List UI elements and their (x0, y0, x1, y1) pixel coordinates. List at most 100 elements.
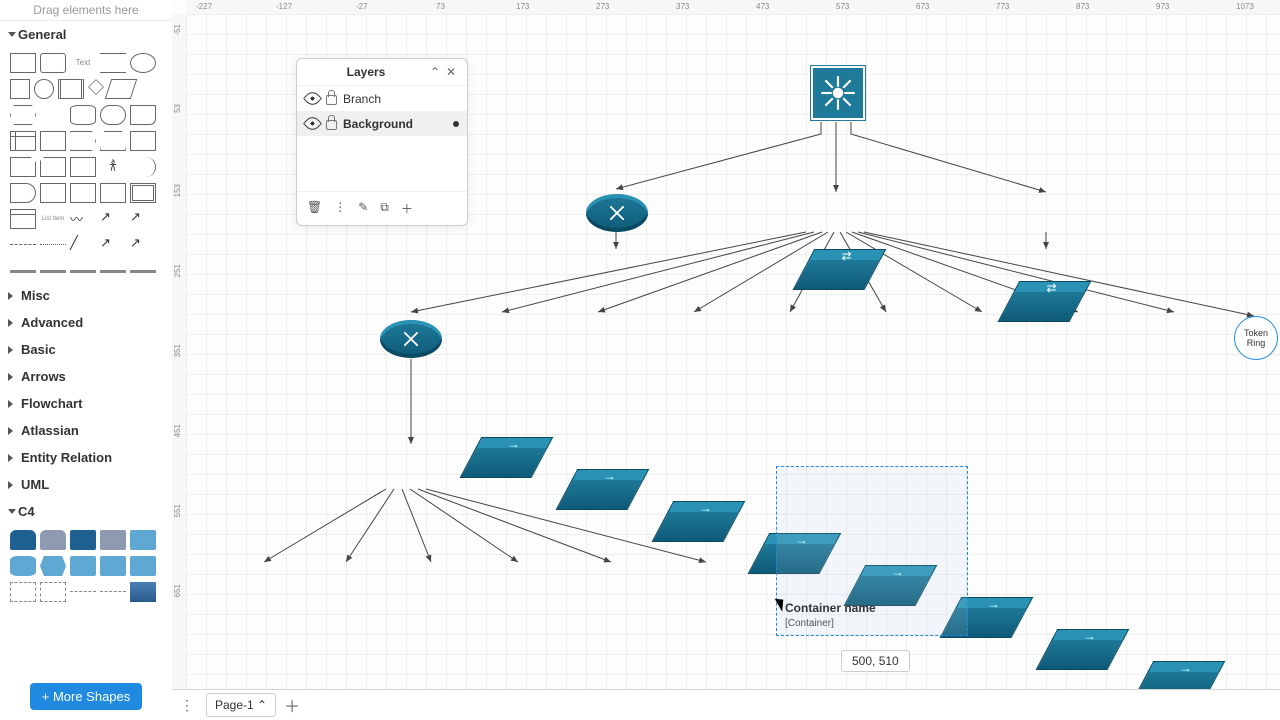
shape-trapezoid[interactable] (100, 131, 126, 151)
close-icon[interactable]: ✕ (443, 65, 459, 79)
node-switch-t3-3[interactable]: → (651, 510, 740, 542)
shape-frame[interactable] (130, 183, 156, 203)
shape-callout[interactable] (70, 157, 96, 177)
c4-legend[interactable] (130, 582, 156, 602)
more-icon[interactable]: ⋮ (334, 200, 346, 217)
page-tab-1[interactable]: Page-1 ⌃ (206, 693, 276, 717)
c4-container[interactable] (130, 530, 156, 550)
shape-line1[interactable]: ╱ (70, 235, 96, 255)
shape-diamond[interactable] (88, 79, 104, 95)
shape-card[interactable] (40, 157, 66, 177)
shape-step[interactable] (70, 131, 96, 151)
c4-comp2[interactable] (100, 556, 126, 576)
shape-container[interactable] (100, 183, 126, 203)
c4-db[interactable] (10, 556, 36, 576)
eye-icon[interactable] (303, 114, 322, 133)
node-token-ring[interactable]: TokenRing (1234, 316, 1278, 360)
node-switch-t3-1[interactable]: → (459, 446, 548, 478)
shape-cylinder[interactable] (70, 105, 96, 125)
category-atlassian[interactable]: Atlassian (0, 417, 172, 444)
c4-rel1[interactable] (70, 582, 96, 592)
layer-row-background[interactable]: Background (297, 111, 467, 136)
shape-roundrect[interactable] (40, 53, 66, 73)
c4-rel2[interactable] (100, 582, 126, 592)
shape-list[interactable] (10, 209, 36, 229)
category-general[interactable]: General (0, 21, 172, 48)
c4-boundary1[interactable] (10, 582, 36, 602)
shape-tape[interactable] (130, 131, 156, 151)
shape-process[interactable] (58, 79, 84, 99)
category-misc[interactable]: Misc (0, 282, 172, 309)
copy-icon[interactable]: ⧉ (380, 200, 389, 217)
category-c4[interactable]: C4 (0, 498, 172, 525)
lock-icon[interactable] (326, 120, 337, 130)
c4-system[interactable] (70, 530, 96, 550)
category-entity-relation[interactable]: Entity Relation (0, 444, 172, 471)
shape-cube[interactable] (40, 131, 66, 151)
node-switch-t2-2[interactable]: ⇄ (792, 258, 881, 290)
shape-link5[interactable] (130, 270, 156, 273)
c4-comp3[interactable] (130, 556, 156, 576)
c4-person-ext[interactable] (40, 530, 66, 550)
node-core-hub[interactable] (811, 66, 865, 120)
shape-rect[interactable] (10, 53, 36, 73)
shape-parallelogram[interactable] (105, 79, 137, 99)
c4-system-ext[interactable] (100, 530, 126, 550)
diagram-canvas[interactable]: ⇄ ⇄ → → → → → → → → TokenRing ⇄ → → → Co… (186, 14, 1280, 690)
node-switch-t3-7[interactable]: → (1035, 638, 1124, 670)
shape-bidir-arrow[interactable]: ↗ (100, 209, 126, 229)
more-shapes-button[interactable]: + More Shapes (30, 683, 143, 710)
eye-icon[interactable] (303, 89, 322, 108)
drop-preview-container[interactable]: Container name [Container] (776, 466, 968, 636)
shape-hexagon[interactable] (10, 105, 36, 125)
collapse-icon[interactable]: ⌃ (427, 65, 443, 79)
shape-listitem[interactable]: List Item (40, 209, 66, 229)
shape-circle[interactable] (34, 79, 54, 99)
shape-datastore[interactable] (70, 183, 96, 203)
shape-curved-conn[interactable]: 〰 (70, 209, 96, 229)
shape-text[interactable]: Text (70, 53, 96, 73)
shape-cloud[interactable] (100, 105, 126, 125)
lock-icon[interactable] (326, 95, 337, 105)
c4-person[interactable] (10, 530, 36, 550)
shape-ellipse[interactable] (130, 53, 156, 73)
node-switch-t3-2[interactable]: → (555, 478, 644, 510)
shape-actor[interactable]: 𐀪 (100, 157, 126, 177)
shape-arrow[interactable]: ↗ (130, 209, 156, 229)
shape-dotted[interactable] (40, 235, 66, 245)
shape-curve[interactable] (130, 157, 156, 177)
shape-link3[interactable] (70, 270, 96, 273)
shape-and[interactable] (40, 183, 66, 203)
shape-document[interactable] (130, 105, 156, 125)
shape-textbox[interactable] (100, 53, 126, 73)
category-uml[interactable]: UML (0, 471, 172, 498)
shape-dashed[interactable] (10, 235, 36, 245)
shape-or[interactable] (10, 183, 36, 203)
c4-hex[interactable] (40, 556, 66, 576)
trash-icon[interactable]: 🗑 (307, 200, 322, 217)
layers-panel[interactable]: Layers ⌃ ✕ Branch Background 🗑 ⋮ ✎ ⧉ (296, 58, 468, 226)
edit-icon[interactable]: ✎ (358, 200, 368, 217)
page-menu-icon[interactable]: ⋮ (180, 697, 194, 714)
shape-link[interactable] (10, 270, 36, 273)
node-switch-t3-8[interactable]: → (1131, 670, 1220, 690)
shape-link4[interactable] (100, 270, 126, 273)
node-router-t3-0[interactable] (380, 320, 442, 358)
shape-line3[interactable]: ↗ (130, 235, 156, 255)
layer-row-branch[interactable]: Branch (297, 86, 467, 111)
category-flowchart[interactable]: Flowchart (0, 390, 172, 417)
shape-internal[interactable] (10, 131, 36, 151)
node-switch-t2-3[interactable]: ⇄ (997, 290, 1086, 322)
category-arrows[interactable]: Arrows (0, 363, 172, 390)
shape-line2[interactable]: ↗ (100, 235, 126, 255)
add-icon[interactable]: ＋ (401, 200, 413, 217)
c4-boundary2[interactable] (40, 582, 66, 602)
category-advanced[interactable]: Advanced (0, 309, 172, 336)
shape-triangle[interactable] (40, 105, 66, 125)
c4-component[interactable] (70, 556, 96, 576)
category-basic[interactable]: Basic (0, 336, 172, 363)
node-router-t2-1[interactable] (586, 194, 648, 232)
add-page-button[interactable]: ＋ (284, 693, 300, 717)
shape-square[interactable] (10, 79, 30, 99)
shape-note[interactable] (10, 157, 36, 177)
